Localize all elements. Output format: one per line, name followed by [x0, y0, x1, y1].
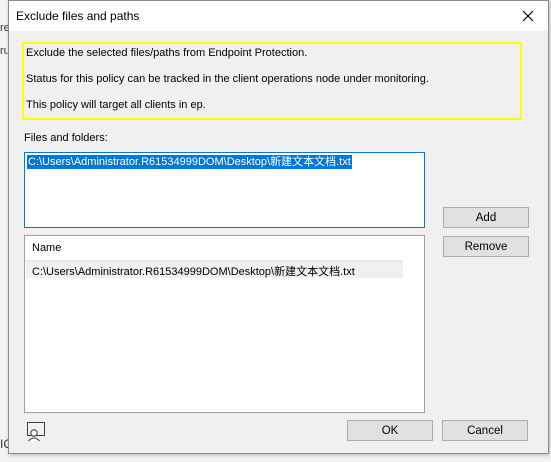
list-column-header-name[interactable]: Name — [25, 236, 403, 261]
info-line-1: Exclude the selected files/paths from En… — [26, 47, 308, 59]
list-item[interactable]: C:\Users\Administrator.R61534999DOM\Desk… — [26, 261, 403, 278]
close-icon — [522, 10, 534, 22]
list-item-path: C:\Users\Administrator.R61534999DOM\Desk… — [32, 266, 355, 278]
info-line-2: Status for this policy can be tracked in… — [26, 73, 429, 85]
user-help-glyph — [27, 422, 45, 442]
path-input-value: C:\Users\Administrator.R61534999DOM\Desk… — [27, 155, 352, 169]
user-help-icon[interactable] — [25, 421, 47, 443]
dialog-title: Exclude files and paths — [16, 9, 140, 23]
excluded-paths-list[interactable]: Name C:\Users\Administrator.R61534999DOM… — [24, 235, 425, 413]
info-line-3: This policy will target all clients in e… — [26, 99, 206, 111]
info-panel: Exclude the selected files/paths from En… — [22, 42, 522, 120]
path-input[interactable]: C:\Users\Administrator.R61534999DOM\Desk… — [24, 152, 425, 228]
remove-button[interactable]: Remove — [443, 236, 529, 257]
ok-button[interactable]: OK — [347, 420, 433, 441]
dialog-content: Exclude the selected files/paths from En… — [9, 31, 548, 453]
add-button[interactable]: Add — [443, 207, 529, 228]
list-column-header-label: Name — [32, 242, 62, 254]
close-button[interactable] — [514, 4, 542, 28]
exclude-files-dialog: Exclude files and paths Exclude the sele… — [8, 0, 549, 454]
files-and-folders-label: Files and folders: — [24, 132, 108, 144]
dialog-titlebar: Exclude files and paths — [9, 1, 548, 31]
cancel-button[interactable]: Cancel — [442, 420, 528, 441]
